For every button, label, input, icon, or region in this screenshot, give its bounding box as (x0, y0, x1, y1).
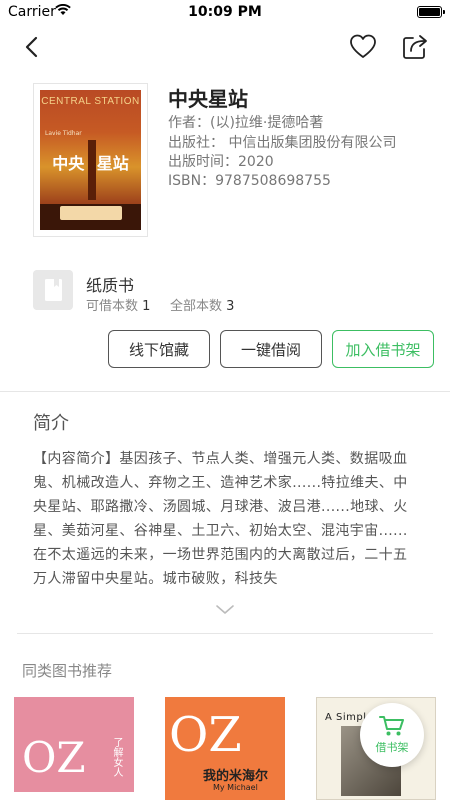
section-divider-2 (17, 633, 433, 634)
borrow-shelf-fab[interactable]: 借书架 (360, 703, 424, 767)
one-click-borrow-button[interactable]: 一键借阅 (220, 330, 322, 368)
available-count: 1 (142, 299, 151, 314)
status-time: 10:09 PM (188, 4, 262, 20)
recommend-heading: 同类图书推荐 (22, 662, 113, 680)
available-copies: 可借本数 1 (86, 295, 150, 314)
rec1-title: 了解女人 (111, 737, 122, 777)
book-icon (33, 270, 73, 310)
cover-title-part2: 星站 (96, 154, 129, 173)
total-label: 全部本数 (170, 299, 223, 314)
book-cover: CENTRAL STATION Lavie Tidhar 中央 星站 (33, 83, 148, 237)
cover-title-part1: 中央 (52, 154, 85, 173)
book-publisher: 出版社： 中信出版集团股份有限公司 (168, 135, 397, 151)
available-label: 可借本数 (86, 299, 139, 314)
rec1-oz-text: OZ (22, 733, 86, 782)
paper-book-section: 纸质书 可借本数 1 全部本数 3 线下馆藏 一键借阅 加入借书架 (0, 250, 450, 390)
rec1-band (14, 792, 134, 800)
chevron-down-icon[interactable] (214, 603, 236, 617)
total-copies: 全部本数 3 (170, 295, 234, 314)
book-header: CENTRAL STATION Lavie Tidhar 中央 星站 中央星站 … (0, 70, 450, 250)
book-isbn: ISBN：9787508698755 (168, 173, 331, 189)
share-icon[interactable] (400, 32, 430, 62)
cover-art: CENTRAL STATION Lavie Tidhar 中央 星站 (40, 90, 141, 230)
back-icon[interactable] (20, 34, 46, 60)
nav-bar (0, 24, 450, 70)
cover-badge (60, 206, 122, 220)
recommended-book-2[interactable]: OZ 我的米海尔 My Michael (165, 697, 285, 800)
cart-label: 借书架 (375, 741, 409, 754)
add-to-shelf-button[interactable]: 加入借书架 (332, 330, 434, 368)
cover-chinese-title: 中央 星站 (40, 150, 141, 174)
battery-icon (417, 6, 445, 18)
cart-icon (379, 716, 404, 736)
heart-icon[interactable] (348, 32, 378, 62)
paper-book-label: 纸质书 (86, 276, 135, 295)
total-count: 3 (226, 299, 235, 314)
intro-text: 【内容简介】基因孩子、节点人类、增强元人类、数据吸血鬼、机械改造人、弃物之王、造… (33, 451, 408, 587)
book-title: 中央星站 (168, 87, 248, 111)
offline-holdings-button[interactable]: 线下馆藏 (108, 330, 210, 368)
intro-heading: 简介 (33, 413, 69, 434)
cover-author: Lavie Tidhar (45, 130, 82, 137)
section-divider (0, 391, 450, 392)
book-author: 作者：(以)拉维·提德哈著 (168, 115, 324, 131)
recommended-book-1[interactable]: OZ 了解女人 (14, 697, 134, 800)
rec2-subtitle: My Michael (213, 783, 258, 792)
rec2-title: 我的米海尔 (203, 769, 269, 784)
book-pub-date: 出版时间：2020 (168, 154, 274, 170)
status-bar: Carrier 10:09 PM (0, 0, 450, 24)
cover-english-title: CENTRAL STATION (41, 96, 140, 107)
rec2-oz-text: OZ (169, 707, 242, 763)
